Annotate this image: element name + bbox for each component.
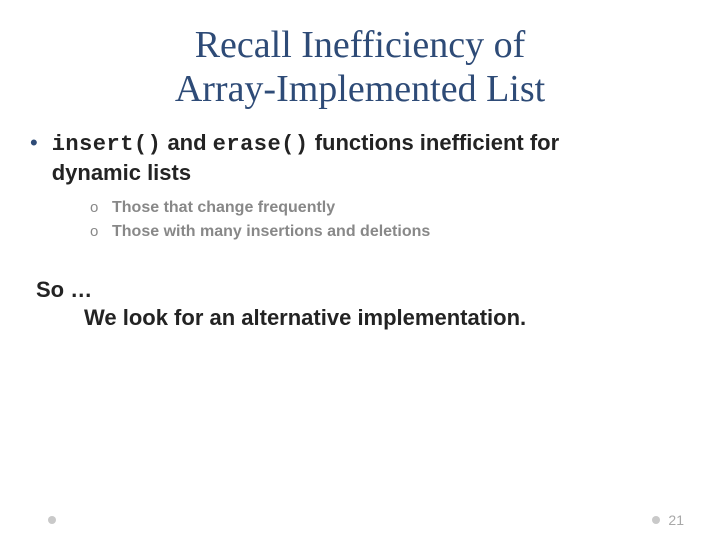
sub-bullet-text: Those that change frequently <box>112 197 335 219</box>
slide-footer: 21 <box>0 508 720 528</box>
slide-title: Recall Inefficiency of Array-Implemented… <box>36 24 684 111</box>
paragraph: So … We look for an alternative implemen… <box>36 277 684 331</box>
bullet-tail2: dynamic lists <box>52 160 191 185</box>
footer-dot-icon <box>48 516 56 524</box>
bullet-text: insert() and erase() functions inefficie… <box>52 129 559 187</box>
bullet-mid: and <box>161 130 212 155</box>
sub-bullet-text: Those with many insertions and deletions <box>112 221 430 243</box>
sub-bullet-item: o Those that change frequently <box>90 197 684 219</box>
sub-bullet-marker: o <box>90 197 112 219</box>
sub-bullet-list: o Those that change frequently o Those w… <box>90 197 684 243</box>
sub-bullet-marker: o <box>90 221 112 243</box>
title-line-1: Recall Inefficiency of <box>195 24 526 66</box>
page-number: 21 <box>668 512 684 528</box>
bullet-marker: • <box>30 129 38 157</box>
paragraph-line-2: We look for an alternative implementatio… <box>84 305 684 331</box>
title-line-2: Array-Implemented List <box>175 68 545 110</box>
code-insert: insert() <box>52 132 162 157</box>
footer-dot-icon <box>652 516 660 524</box>
paragraph-line-1: So … <box>36 277 684 303</box>
sub-bullet-item: o Those with many insertions and deletio… <box>90 221 684 243</box>
slide: Recall Inefficiency of Array-Implemented… <box>0 0 720 540</box>
bullet-item: • insert() and erase() functions ineffic… <box>36 129 684 187</box>
code-erase: erase() <box>213 132 309 157</box>
bullet-tail1: functions inefficient for <box>309 130 560 155</box>
